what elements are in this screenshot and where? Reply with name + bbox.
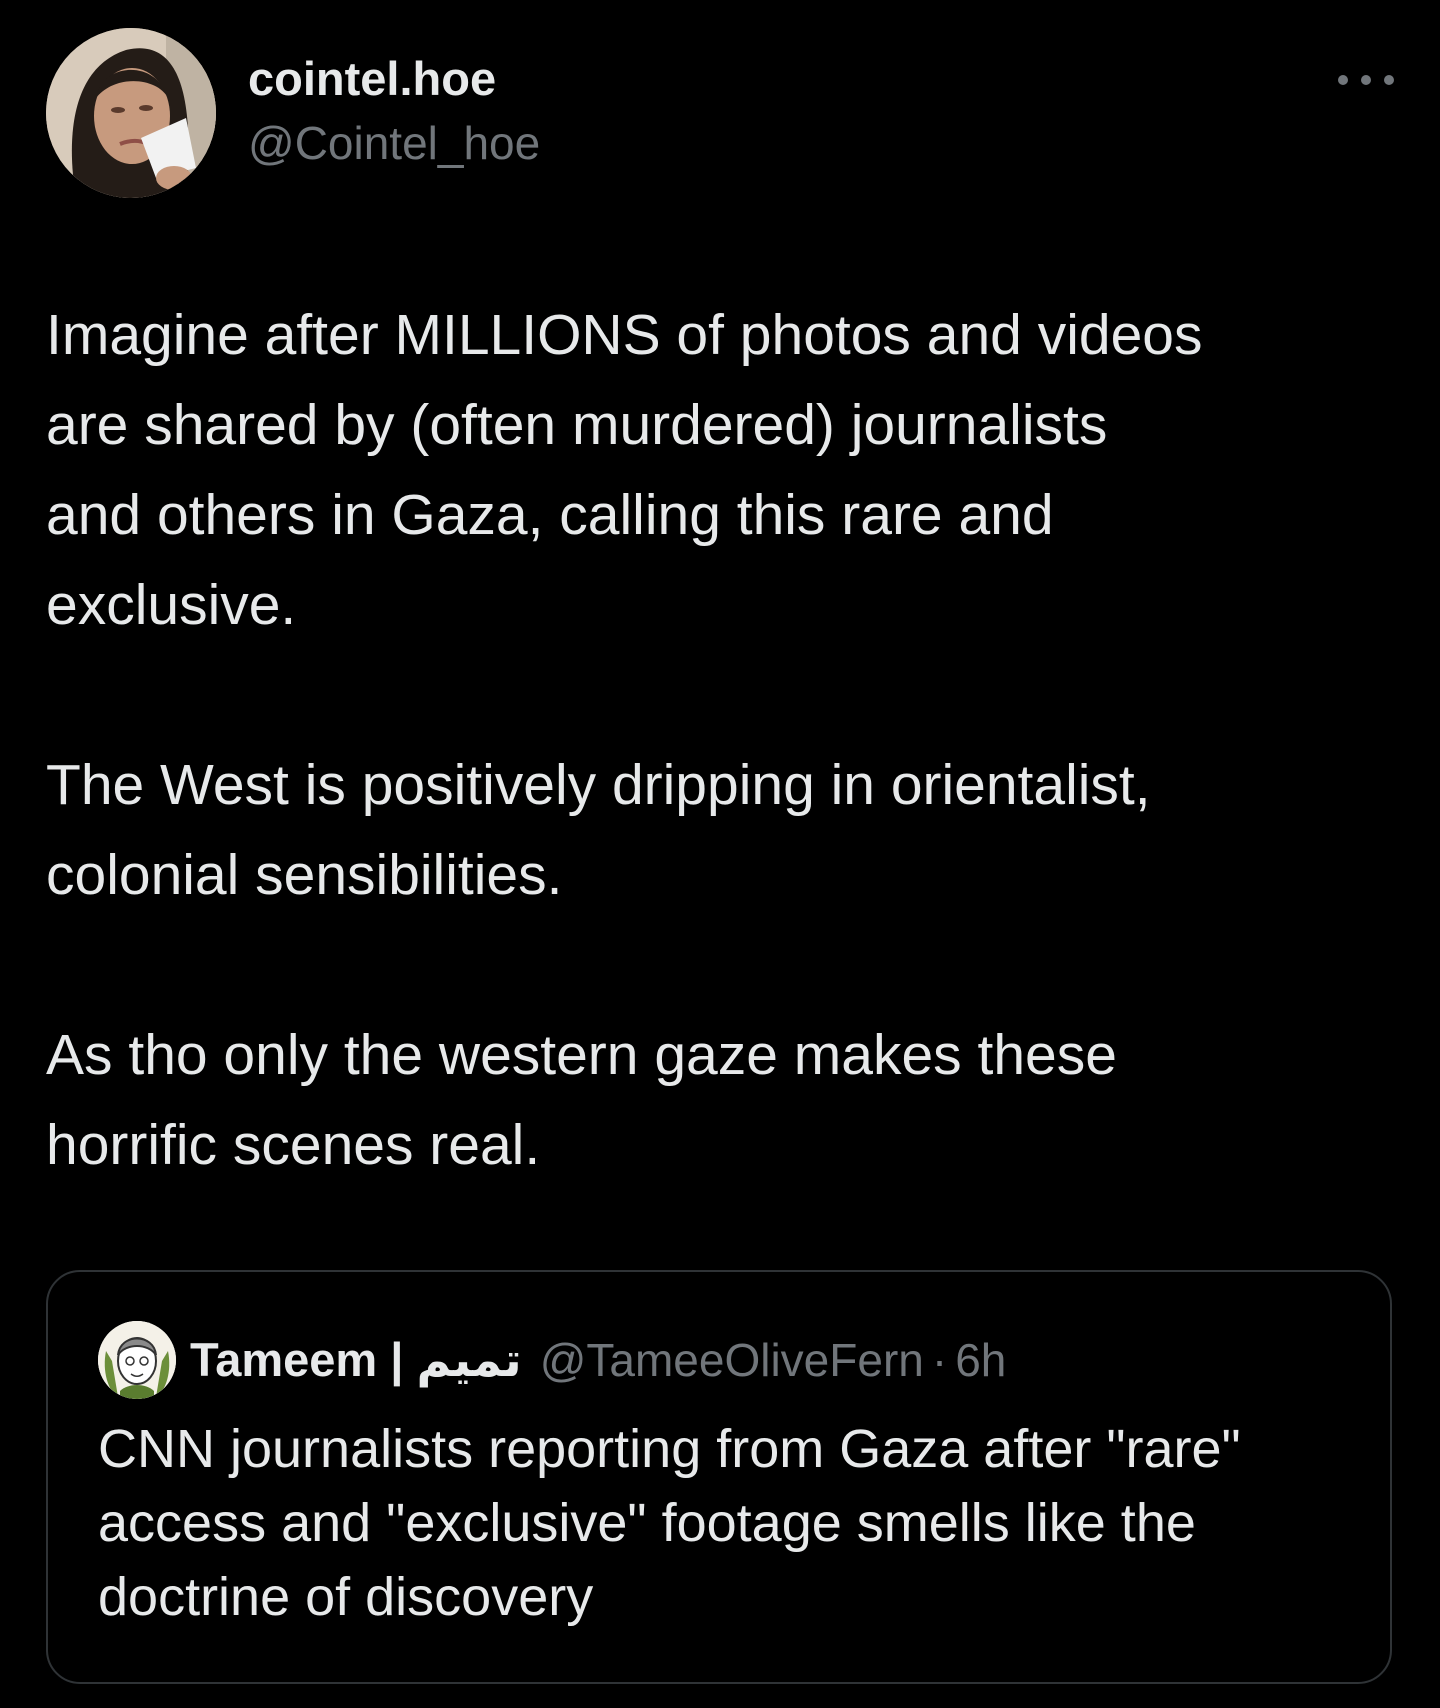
quoted-timestamp[interactable]: 6h	[955, 1333, 1006, 1387]
more-dot	[1338, 75, 1348, 85]
tweet-paragraph: Imagine after MILLIONS of photos and vid…	[46, 303, 1203, 637]
author-display-name[interactable]: cointel.hoe	[248, 50, 540, 108]
tweet-paragraph: As tho only the western gaze makes these…	[46, 1023, 1117, 1177]
more-options-icon[interactable]	[1338, 68, 1394, 92]
quoted-avatar-illustration	[98, 1321, 176, 1399]
tweet[interactable]: cointel.hoe @Cointel_hoe Imagine after M…	[0, 0, 1440, 1708]
quoted-author-display-name[interactable]: Tameem | تميم	[190, 1332, 522, 1388]
more-dot	[1384, 75, 1394, 85]
tweet-paragraph: The West is positively dripping in orien…	[46, 753, 1151, 907]
more-dot	[1361, 75, 1371, 85]
quoted-tweet-text: CNN journalists reporting from Gaza afte…	[98, 1419, 1241, 1627]
quoted-avatar[interactable]	[98, 1321, 176, 1399]
quoted-tweet[interactable]: Tameem | تميم @TameeOliveFern · 6h CNN j…	[46, 1270, 1392, 1684]
author-handle[interactable]: @Cointel_hoe	[248, 114, 540, 172]
tweet-header: cointel.hoe @Cointel_hoe	[46, 28, 1394, 200]
author-names: cointel.hoe @Cointel_hoe	[248, 50, 540, 172]
avatar[interactable]	[46, 28, 216, 198]
quoted-tweet-header: Tameem | تميم @TameeOliveFern · 6h	[98, 1320, 1006, 1400]
avatar-photo	[46, 28, 216, 198]
dot-separator: ·	[931, 1334, 948, 1386]
tweet-text: Imagine after MILLIONS of photos and vid…	[46, 290, 1406, 1190]
quoted-author-handle[interactable]: @TameeOliveFern	[540, 1333, 924, 1387]
